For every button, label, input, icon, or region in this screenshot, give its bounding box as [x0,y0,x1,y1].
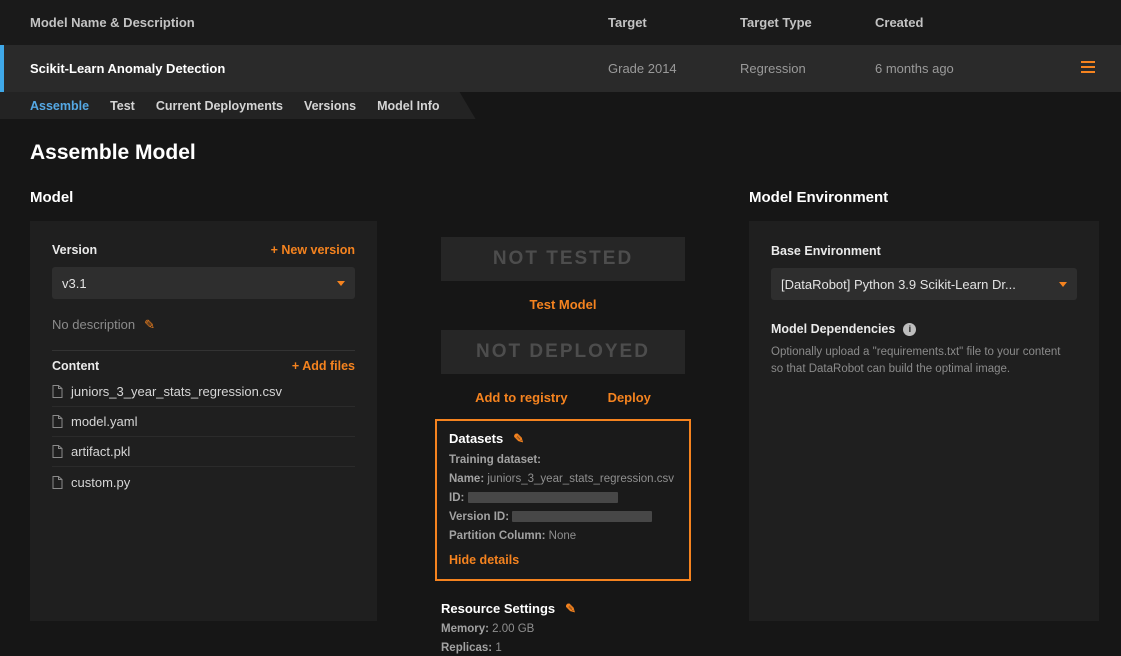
file-name: juniors_3_year_stats_regression.csv [71,384,282,399]
file-icon [52,476,63,489]
version-label: Version [52,243,97,257]
replicas-value: 1 [495,642,501,654]
replicas-label: Replicas: [441,642,492,654]
datasets-panel: Datasets ✎ Training dataset: Name: junio… [435,419,691,581]
info-icon[interactable]: i [903,323,916,336]
environment-section-heading: Model Environment [749,189,1099,207]
not-deployed-status: NOT DEPLOYED [441,330,685,374]
chevron-down-icon [337,281,345,286]
base-environment-value: [DataRobot] Python 3.9 Scikit-Learn Dr..… [781,277,1016,292]
edit-resource-settings-icon[interactable]: ✎ [565,602,576,615]
edit-description-icon[interactable]: ✎ [144,318,155,331]
column-created: Created [875,15,1075,30]
divider [52,350,355,351]
environment-card: Base Environment [DataRobot] Python 3.9 … [749,221,1099,621]
column-target-type: Target Type [740,15,875,30]
edit-datasets-icon[interactable]: ✎ [513,432,524,445]
datasets-title: Datasets [449,431,503,446]
partition-column-label: Partition Column: [449,530,545,542]
dataset-version-id-label: Version ID: [449,511,509,523]
add-files-button[interactable]: + Add files [292,359,355,373]
training-dataset-label: Training dataset: [449,454,541,466]
tab-model-info[interactable]: Model Info [377,99,440,113]
file-icon [52,415,63,428]
model-name: Scikit-Learn Anomaly Detection [0,61,608,76]
column-model-name: Model Name & Description [0,15,608,30]
chevron-down-icon [1059,282,1067,287]
model-target-type: Regression [740,61,875,76]
base-environment-select[interactable]: [DataRobot] Python 3.9 Scikit-Learn Dr..… [771,268,1077,300]
not-tested-status: NOT TESTED [441,237,685,281]
tab-assemble[interactable]: Assemble [30,99,89,113]
file-name: model.yaml [71,414,137,429]
add-to-registry-button[interactable]: Add to registry [475,390,567,405]
file-icon [52,385,63,398]
deploy-button[interactable]: Deploy [608,390,651,405]
model-target: Grade 2014 [608,61,740,76]
test-model-button[interactable]: Test Model [530,297,597,312]
file-icon [52,445,63,458]
list-header: Model Name & Description Target Target T… [0,0,1121,45]
file-name: custom.py [71,475,130,490]
dataset-version-id-redacted [512,511,652,522]
dataset-id-redacted [468,492,618,503]
resource-settings-title: Resource Settings [441,601,555,616]
content-label: Content [52,359,99,373]
file-name: artifact.pkl [71,444,130,459]
new-version-button[interactable]: + New version [271,243,355,257]
tab-bar: Assemble Test Current Deployments Versio… [0,92,1121,119]
memory-value: 2.00 GB [492,623,534,635]
base-environment-label: Base Environment [771,244,881,258]
file-row[interactable]: custom.py [52,467,355,497]
row-menu-icon[interactable] [1075,58,1095,76]
dataset-name-label: Name: [449,473,484,485]
page-title: Assemble Model [30,141,1091,165]
file-row[interactable]: juniors_3_year_stats_regression.csv [52,377,355,407]
model-card: Version + New version v3.1 No descriptio… [30,221,377,621]
memory-label: Memory: [441,623,489,635]
model-section-heading: Model [30,189,377,207]
no-description-text: No description [52,317,135,332]
tab-test[interactable]: Test [110,99,135,113]
partition-column-value: None [549,530,577,542]
column-target: Target [608,15,740,30]
tab-versions[interactable]: Versions [304,99,356,113]
dataset-id-label: ID: [449,492,464,504]
dependencies-help-text: Optionally upload a "requirements.txt" f… [771,344,1073,379]
version-select-value: v3.1 [62,276,87,291]
file-row[interactable]: artifact.pkl [52,437,355,467]
model-row[interactable]: Scikit-Learn Anomaly Detection Grade 201… [0,45,1121,92]
version-select[interactable]: v3.1 [52,267,355,299]
model-dependencies-label: Model Dependencies [771,322,895,336]
file-row[interactable]: model.yaml [52,407,355,437]
model-created: 6 months ago [875,61,1075,76]
hide-details-button[interactable]: Hide details [449,553,519,567]
tab-current-deployments[interactable]: Current Deployments [156,99,283,113]
dataset-name-value: juniors_3_year_stats_regression.csv [487,473,674,485]
